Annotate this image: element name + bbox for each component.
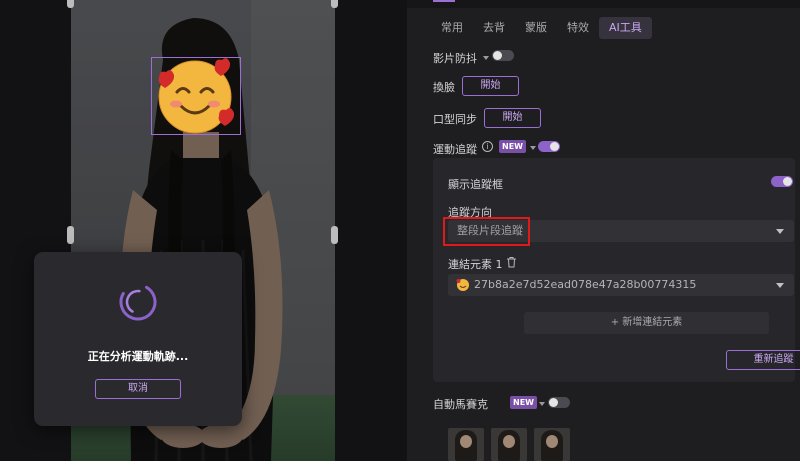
thumbnail-face: [546, 435, 558, 448]
motion-tracking-caret-icon[interactable]: [530, 146, 536, 150]
linked-element-select[interactable]: 27b8a2e7d52ead078e47a28b00774315: [448, 274, 794, 296]
motion-tracking-toggle[interactable]: [538, 141, 560, 152]
tab-common[interactable]: 常用: [431, 17, 473, 39]
linked-element-value: 27b8a2e7d52ead078e47a28b00774315: [474, 278, 697, 291]
add-linked-element-button[interactable]: + 新增連結元素: [524, 312, 769, 334]
lip-sync-label: 口型同步: [433, 113, 477, 126]
info-icon[interactable]: i: [482, 141, 493, 152]
loading-text: 正在分析運動軌跡...: [87, 350, 189, 363]
element-thumbnail-icon: [456, 279, 469, 291]
motion-tracking-settings: 顯示追蹤框 追蹤方向 整段片段追蹤 連結元素 1 27b8a2e7d52ead0…: [433, 158, 800, 382]
auto-mosaic-toggle[interactable]: [548, 397, 570, 408]
face-thumbnail[interactable]: [448, 428, 484, 461]
stabilize-label: 影片防抖: [433, 52, 477, 65]
motion-tracking-label: 運動追蹤: [433, 143, 477, 156]
face-swap-start-button[interactable]: 開始: [462, 76, 519, 96]
auto-mosaic-caret-icon[interactable]: [539, 402, 545, 406]
video-preview: 正在分析運動軌跡... 取消: [0, 0, 407, 461]
tracking-box[interactable]: [151, 57, 241, 135]
chevron-down-icon: [776, 229, 784, 234]
trash-icon[interactable]: [506, 256, 517, 268]
retrack-button[interactable]: 重新追蹤: [726, 350, 800, 370]
auto-mosaic-label: 自動馬賽克: [433, 398, 488, 411]
stabilize-caret-icon[interactable]: [483, 56, 489, 60]
resize-handle-top-right[interactable]: [331, 0, 338, 8]
chevron-down-icon: [776, 283, 784, 288]
show-tracking-box-label: 顯示追蹤框: [448, 178, 503, 191]
panel-top-bar: [407, 0, 800, 8]
face-thumbnail[interactable]: [491, 428, 527, 461]
highlight-annotation: [443, 217, 530, 246]
loading-spinner-icon: [119, 283, 157, 321]
cancel-button[interactable]: 取消: [95, 379, 181, 399]
face-swap-label: 換臉: [433, 81, 455, 94]
new-badge: NEW: [510, 396, 537, 409]
thumbnail-face: [503, 435, 515, 448]
top-tab-indicator: [433, 0, 455, 2]
resize-handle-left[interactable]: [67, 226, 74, 244]
tab-bar: 常用 去背 蒙版 特效 AI工具: [431, 17, 652, 39]
linked-element-label: 連結元素 1: [448, 258, 503, 271]
tab-mask[interactable]: 蒙版: [515, 17, 557, 39]
resize-handle-top-left[interactable]: [67, 0, 74, 8]
tab-remove-bg[interactable]: 去背: [473, 17, 515, 39]
tab-ai-tools[interactable]: AI工具: [599, 17, 652, 39]
new-badge: NEW: [499, 140, 526, 153]
lip-sync-start-button[interactable]: 開始: [484, 108, 541, 128]
resize-handle-right[interactable]: [331, 226, 338, 244]
loading-dialog: 正在分析運動軌跡... 取消: [34, 252, 242, 426]
show-tracking-box-toggle[interactable]: [771, 176, 793, 187]
tab-effects[interactable]: 特效: [557, 17, 599, 39]
face-thumbnail[interactable]: [534, 428, 570, 461]
stabilize-toggle[interactable]: [492, 50, 514, 61]
thumbnail-face: [460, 435, 472, 448]
